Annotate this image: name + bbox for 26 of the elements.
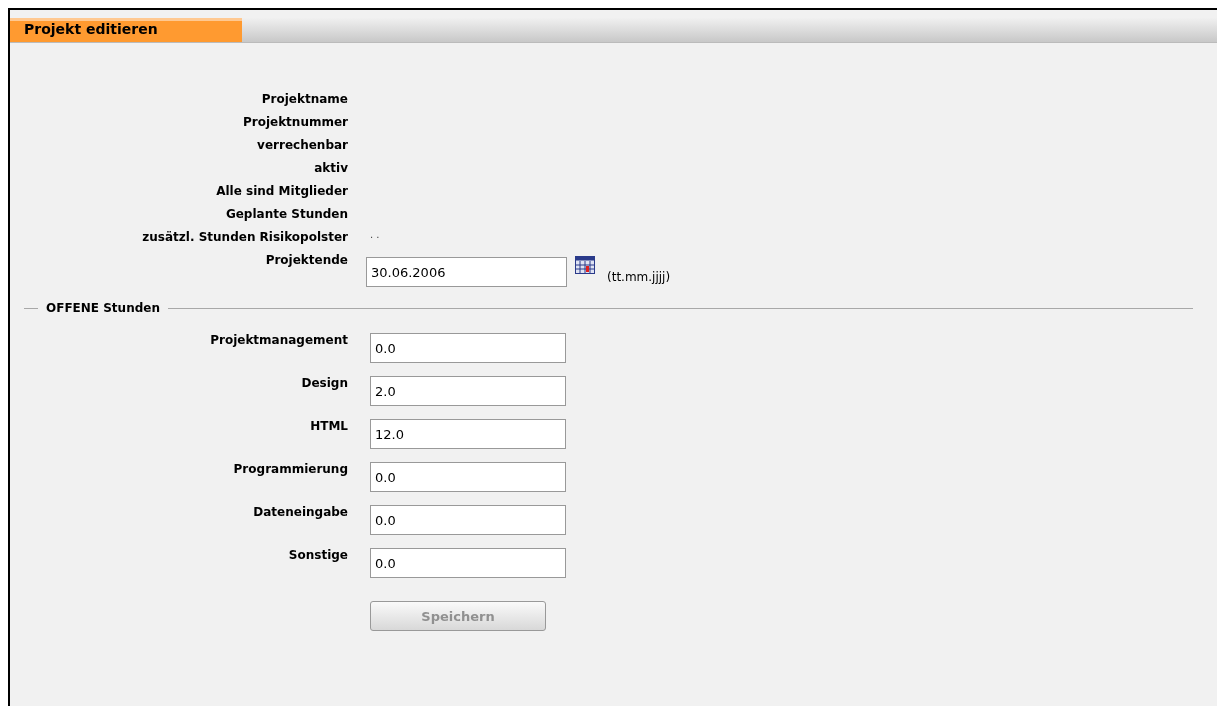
calendar-icon[interactable] (575, 256, 595, 274)
hours-field[interactable]: 12.0 (370, 419, 566, 449)
section-legend: OFFENE Stunden (46, 301, 160, 315)
field-label: aktiv (313, 160, 348, 177)
field-label: Projektnummer (241, 114, 348, 131)
hours-field[interactable]: 0.0 (370, 333, 566, 363)
field-value: . . (369, 229, 380, 240)
page-title: Projekt editieren (10, 18, 242, 42)
field-label: Geplante Stunden (224, 206, 348, 223)
date-field[interactable]: 30.06.2006 (366, 257, 567, 287)
hours-field[interactable]: 0.0 (370, 462, 566, 492)
field-label: zusätzl. Stunden Risikopolster (141, 229, 348, 246)
date-format-hint: (tt.mm.jjjj) (607, 270, 671, 284)
hours-label: Programmierung (232, 462, 348, 478)
field-label: verrechenbar (256, 137, 348, 154)
field-label: Alle sind Mitglieder (215, 183, 348, 200)
field-label: Projektende (264, 252, 348, 269)
field-label: Projektname (260, 91, 348, 108)
hours-label: Design (300, 376, 348, 392)
hours-field[interactable]: 2.0 (370, 376, 566, 406)
hours-field[interactable]: 0.0 (370, 505, 566, 535)
hours-label: HTML (309, 419, 348, 435)
hours-label: Sonstige (287, 548, 348, 564)
hours-label: Projektmanagement (209, 333, 348, 349)
hours-label: Dateneingabe (252, 505, 348, 521)
hours-field[interactable]: 0.0 (370, 548, 566, 578)
